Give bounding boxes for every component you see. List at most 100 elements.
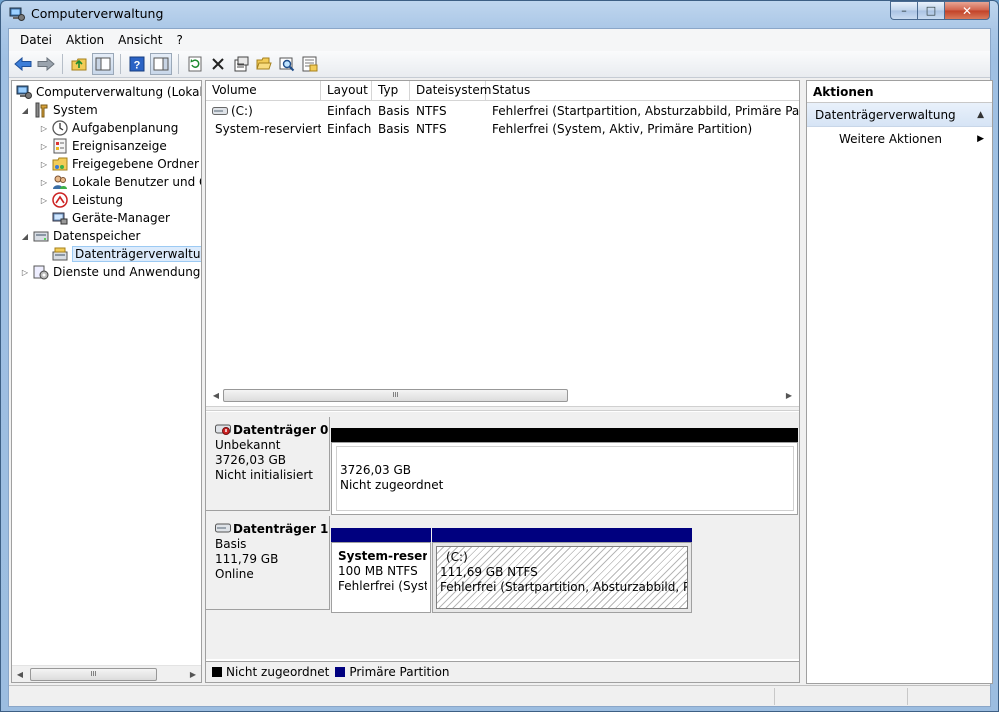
tree-label: Datenträgerverwaltung [72, 246, 201, 262]
show-hide-tree-icon[interactable] [92, 53, 114, 75]
minimize-button[interactable]: – [890, 1, 917, 20]
delete-icon[interactable] [208, 54, 228, 74]
list-horizontal-scrollbar[interactable]: ◀ III ▶ [206, 387, 799, 404]
legend: Nicht zugeordnet Primäre Partition [206, 661, 799, 682]
volume-type: Basis [378, 104, 410, 118]
partition-system-reserved[interactable]: System-reservi 100 MB NTFS Fehlerfrei (S… [331, 528, 431, 613]
disk-size: 111,79 GB [215, 552, 279, 566]
column-header-volume[interactable]: Volume [206, 81, 321, 100]
tree-item-root[interactable]: Computerverwaltung (Lokal) [16, 83, 202, 101]
disk-type: Basis [215, 537, 247, 551]
menu-datei[interactable]: Datei [13, 33, 59, 47]
tree-item-aufgabenplanung[interactable]: ▷ Aufgabenplanung [39, 119, 178, 137]
menu-aktion[interactable]: Aktion [59, 33, 111, 47]
export-icon[interactable] [300, 54, 320, 74]
properties-icon[interactable] [231, 54, 251, 74]
collapse-triangle-icon[interactable]: ◢ [20, 232, 30, 241]
action-label: Weitere Aktionen [839, 132, 942, 146]
tree-horizontal-scrollbar[interactable]: ◀ III ▶ [12, 665, 201, 682]
volume-layout: Einfach [327, 104, 372, 118]
partition-state: Nicht zugeordnet [340, 478, 444, 492]
close-button[interactable]: ✕ [944, 1, 990, 20]
up-folder-icon[interactable] [69, 54, 89, 74]
volume-row[interactable]: (C:) Einfach Basis NTFS Fehlerfrei (Star… [206, 102, 799, 120]
expand-triangle-icon[interactable]: ▷ [39, 124, 49, 133]
forward-arrow-icon[interactable] [36, 54, 56, 74]
partition-size: 111,69 GB NTFS [440, 565, 538, 579]
tree-item-ereignisanzeige[interactable]: ▷ Ereignisanzeige [39, 137, 167, 155]
volume-filesystem: NTFS [416, 122, 447, 136]
column-header-layout[interactable]: Layout [321, 81, 372, 100]
tree-item-leistung[interactable]: ▷ Leistung [39, 191, 123, 209]
tree-item-datentraegerverwaltung[interactable]: Datenträgerverwaltung [52, 245, 201, 263]
column-header-typ[interactable]: Typ [372, 81, 410, 100]
tree-item-geraete-manager[interactable]: Geräte-Manager [52, 209, 170, 227]
disk-0-label[interactable]: Datenträger 0 Unbekannt 3726,03 GB Nicht… [206, 417, 330, 511]
partition-c[interactable]: (C:) 111,69 GB NTFS Fehlerfrei (Startpar… [432, 528, 692, 613]
partition-size: 100 MB NTFS [338, 564, 418, 578]
expand-triangle-icon[interactable]: ▷ [39, 178, 49, 187]
partition-size: 3726,03 GB [340, 463, 411, 477]
tools-icon [35, 102, 48, 118]
column-header-status[interactable]: Status [486, 81, 799, 100]
expand-triangle-icon[interactable]: ▷ [39, 142, 49, 151]
drive-icon [212, 107, 228, 115]
action-weitere-aktionen[interactable]: Weitere Aktionen ▶ [807, 127, 992, 151]
scrollbar-thumb[interactable]: III [223, 389, 568, 402]
help-icon[interactable]: ? [127, 54, 147, 74]
back-arrow-icon[interactable] [13, 54, 33, 74]
disk-name: Datenträger 1 [233, 522, 329, 536]
scroll-right-arrow-icon[interactable]: ▶ [185, 666, 201, 682]
scroll-right-arrow-icon[interactable]: ▶ [781, 387, 797, 403]
tree-label: Freigegebene Ordner [72, 157, 199, 171]
show-hide-action-pane-icon[interactable] [150, 53, 172, 75]
status-bar [9, 685, 990, 706]
collapse-up-icon[interactable]: ▲ [977, 103, 984, 127]
toolbar: ? [9, 51, 990, 78]
volume-layout: Einfach [327, 122, 372, 136]
svg-text:?: ? [134, 60, 141, 72]
status-segment [907, 688, 908, 705]
pane-splitter[interactable] [206, 406, 799, 411]
menu-help[interactable]: ? [169, 33, 189, 47]
partition-unallocated[interactable]: 3726,03 GB Nicht zugeordnet [331, 428, 798, 515]
tree-item-system[interactable]: ◢ System [20, 101, 98, 119]
disk-error-icon [215, 424, 231, 435]
disk-1-label[interactable]: Datenträger 1 Basis 111,79 GB Online [206, 516, 330, 610]
collapse-triangle-icon[interactable]: ◢ [20, 106, 30, 115]
volume-filesystem: NTFS [416, 104, 447, 118]
tree-item-datenspeicher[interactable]: ◢ Datenspeicher [20, 227, 140, 245]
disk-name: Datenträger 0 [233, 423, 329, 437]
open-folder-icon[interactable] [254, 54, 274, 74]
refresh-icon[interactable] [185, 54, 205, 74]
expand-triangle-icon[interactable]: ▷ [39, 196, 49, 205]
search-icon[interactable] [277, 54, 297, 74]
actions-section-header[interactable]: Datenträgerverwaltung ▲ [807, 103, 992, 127]
column-header-dateisystem[interactable]: Dateisystem [410, 81, 491, 100]
tree-item-lokale-benutzer[interactable]: ▷ Lokale Benutzer und Gruppen [39, 173, 201, 191]
performance-icon [52, 192, 68, 208]
users-icon [53, 175, 67, 189]
disk-graphical-view: Datenträger 0 Unbekannt 3726,03 GB Nicht… [206, 412, 799, 659]
tree-label: Computerverwaltung (Lokal) [36, 85, 202, 99]
volume-row[interactable]: System-reserviert Einfach Basis NTFS Feh… [206, 120, 799, 138]
disk-icon [215, 523, 231, 533]
partition-state: Fehlerfrei (Startpartition, Absturzabbil… [440, 580, 687, 594]
volume-name: (C:) [231, 104, 253, 118]
partition-color-bar [331, 428, 798, 442]
scroll-left-arrow-icon[interactable]: ◀ [208, 387, 224, 403]
expand-triangle-icon[interactable]: ▷ [20, 268, 30, 277]
disk-state: Online [215, 567, 254, 581]
legend-swatch [335, 667, 346, 677]
toolbar-separator [178, 54, 179, 74]
menu-ansicht[interactable]: Ansicht [111, 33, 169, 47]
tree-item-freigegebene-ordner[interactable]: ▷ Freigegebene Ordner [39, 155, 199, 173]
expand-triangle-icon[interactable]: ▷ [39, 160, 49, 169]
scroll-left-arrow-icon[interactable]: ◀ [12, 666, 28, 682]
maximize-button[interactable]: □ [917, 1, 944, 20]
toolbar-separator [62, 54, 63, 74]
scrollbar-thumb[interactable]: III [30, 668, 157, 681]
tree-label: Aufgabenplanung [72, 121, 179, 135]
tree-item-dienste[interactable]: ▷ Dienste und Anwendungen [20, 263, 201, 281]
title-bar[interactable]: Computerverwaltung – □ ✕ [1, 1, 998, 27]
